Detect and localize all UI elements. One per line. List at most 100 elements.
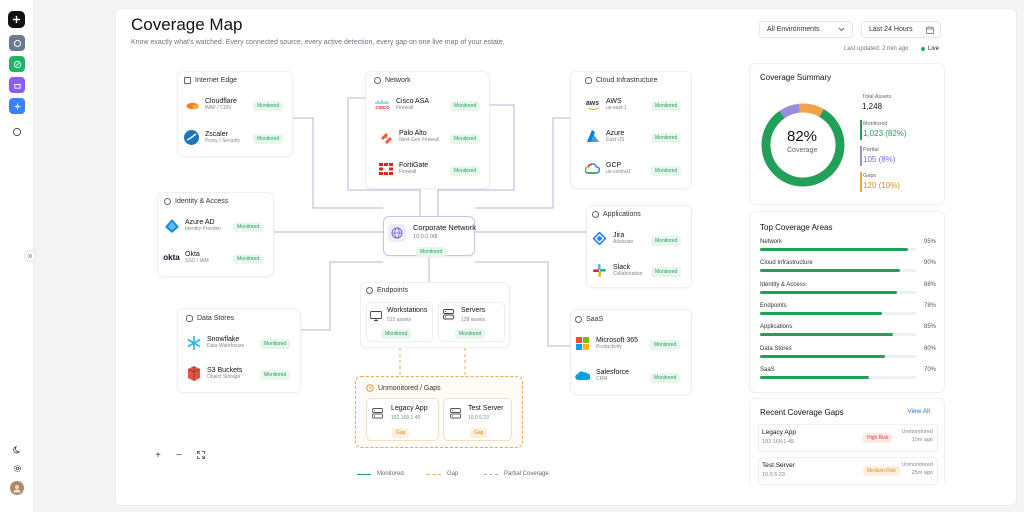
gap-row[interactable]: Legacy App 192.168.1.45 High Risk Unmonitor…: [758, 424, 938, 452]
node-aws[interactable]: aws AWS us-east-1: [585, 97, 627, 112]
rail-network-button[interactable]: [9, 98, 25, 114]
app-root: Coverage Map Know exactly what's watched…: [0, 0, 1024, 512]
theme-toggle-button[interactable]: [9, 441, 25, 457]
avatar[interactable]: [10, 481, 24, 495]
zoom-in-button[interactable]: +: [151, 448, 165, 462]
node-sub: Productivity: [596, 343, 622, 350]
total-value: 1,248: [862, 102, 883, 111]
partial-bar: [860, 146, 862, 166]
legend-partial: Partial Coverage: [484, 471, 549, 477]
gcp-icon: [585, 161, 600, 176]
gap-status: Unmonitored: [901, 462, 934, 468]
node-sub: us-east-1: [606, 104, 627, 111]
node-azure[interactable]: Azure East US: [585, 129, 624, 144]
group-identity-title: Identity & Access: [164, 198, 228, 205]
gaps-bar: [860, 172, 862, 192]
node-s3-buckets[interactable]: S3 Buckets Object Storage: [186, 366, 242, 381]
gap-name: Test Server: [762, 462, 795, 469]
zoom-out-button[interactable]: −: [172, 448, 186, 462]
group-data-stores-title: Data Stores: [186, 315, 234, 322]
rail-home-button[interactable]: [9, 35, 25, 51]
area-name: Cloud Infrastructure: [760, 260, 813, 267]
rail-chat-button[interactable]: [9, 124, 25, 140]
view-all-link[interactable]: View All: [907, 408, 930, 415]
cisco-logo-text: CISCO: [375, 104, 390, 110]
status-badge: Monitored: [260, 339, 291, 349]
node-azure-ad[interactable]: Azure AD Identity Provider: [164, 218, 221, 233]
okta-logo-text: okta: [163, 253, 180, 262]
group-title-text: Internet Edge: [195, 77, 238, 84]
server-icon: [450, 406, 461, 424]
node-palo-alto[interactable]: Palo Alto Next-Gen Firewall: [378, 129, 439, 144]
group-applications-title: Applications: [592, 211, 641, 218]
node-salesforce[interactable]: Salesforce CRM: [575, 368, 629, 383]
status-badge: Monitored: [650, 340, 681, 350]
node-cloudflare[interactable]: Cloudflare WAF / CDN: [184, 97, 237, 112]
area-bar-track: [760, 269, 916, 273]
group-title-text: Endpoints: [377, 287, 409, 294]
legend-label: Partial Coverage: [504, 471, 549, 477]
center-name: Corporate Network: [413, 223, 476, 232]
node-fortigate[interactable]: FortiGate Firewall: [378, 161, 428, 176]
status-badge: Monitored: [233, 222, 264, 232]
time-range-select[interactable]: Last 24 Hours: [861, 21, 941, 38]
group-network-title: Network: [374, 77, 411, 84]
area-bar-track: [760, 375, 916, 379]
status-badge: Monitored: [651, 236, 682, 246]
time-range-value: Last 24 Hours: [869, 26, 913, 33]
legend-swatch: [484, 473, 498, 475]
chevron-down-icon: [838, 27, 845, 32]
status-badge: Monitored: [381, 329, 412, 339]
rail-store-button[interactable]: [9, 77, 25, 93]
status-badge: Monitored: [253, 134, 284, 144]
zscaler-icon: [184, 130, 199, 145]
area-name: Endpoints: [760, 302, 787, 309]
node-zscaler[interactable]: Zscaler Proxy / Security: [184, 130, 240, 145]
apps-icon: [592, 211, 599, 218]
node-sub: Identity Provider: [185, 225, 222, 232]
server-icon: [443, 307, 454, 325]
environment-select[interactable]: All Environments: [759, 21, 853, 38]
status-badge: Monitored: [651, 166, 682, 176]
gap-row[interactable]: Test Server 10.0.5.23 Medium Risk Unmonitor…: [758, 457, 938, 485]
page-subtitle: Know exactly what's watched. Every conne…: [131, 39, 505, 46]
node-sub: SSO / IAM: [185, 257, 209, 264]
node-jira[interactable]: Jira Atlassian: [592, 231, 633, 246]
area-bar-fill: [760, 248, 909, 251]
node-snowflake[interactable]: Snowflake Data Warehouse: [186, 335, 244, 350]
rail-coverage-button[interactable]: [9, 56, 25, 72]
gear-icon: [13, 464, 21, 472]
group-cloud-title: Cloud Infrastructure: [585, 77, 657, 84]
legend-label: Monitored: [377, 471, 404, 477]
new-button[interactable]: [8, 11, 25, 28]
node-sub: Proxy / Security: [205, 137, 241, 144]
node-name: Workstations: [387, 307, 428, 314]
monitored-value: 1,023 (82%): [863, 129, 907, 138]
node-sub: Firewall: [396, 104, 414, 111]
node-slack[interactable]: Slack Collaboration: [592, 263, 642, 278]
status-badge: Monitored: [455, 329, 486, 339]
center-cidr: 10.0.0.0/8: [413, 234, 438, 240]
area-percent: 80%: [923, 345, 936, 352]
area-bar-fill: [760, 354, 885, 358]
status-badge: Monitored: [450, 134, 481, 144]
jira-icon: [592, 231, 607, 246]
coverage-area-row: Cloud Infrastructure 90%: [760, 260, 936, 276]
group-title-text: SaaS: [586, 316, 604, 323]
coverage-area-row: Network 95%: [760, 239, 936, 255]
okta-icon: okta: [163, 250, 180, 265]
risk-badge: High Risk: [863, 433, 893, 443]
settings-button[interactable]: [9, 460, 25, 476]
gaps-label: Gaps: [863, 173, 877, 179]
node-gcp[interactable]: GCP us-central1: [585, 161, 631, 176]
collapse-rail-button[interactable]: [24, 250, 36, 262]
status-badge: Monitored: [450, 101, 481, 111]
area-bar-fill: [760, 333, 893, 337]
node-okta[interactable]: okta Okta SSO / IAM: [163, 250, 209, 265]
legend-swatch: [357, 473, 371, 475]
fit-view-button[interactable]: [194, 448, 208, 462]
node-cisco-asa[interactable]: CISCO Cisco ASA Firewall: [375, 97, 429, 112]
area-name: Network: [760, 239, 783, 245]
node-microsoft-365[interactable]: Microsoft 365 Productivity: [575, 336, 638, 351]
top-coverage-areas-panel: Top Coverage Areas Network 95% Cloud Infra…: [749, 211, 945, 393]
